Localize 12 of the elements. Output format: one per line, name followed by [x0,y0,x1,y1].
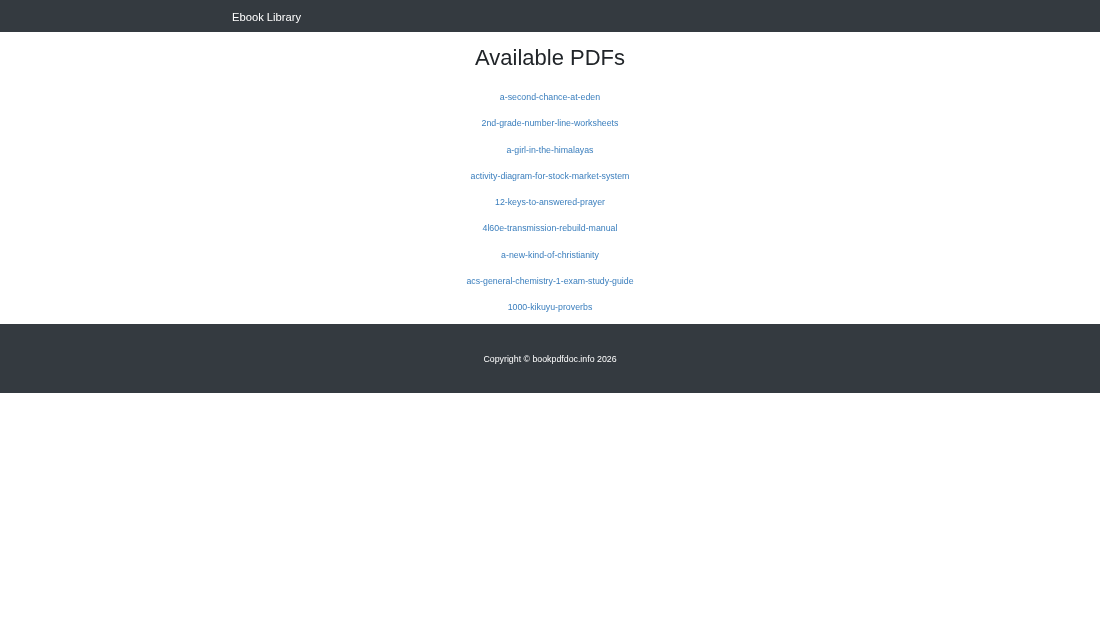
pdf-link[interactable]: activity-diagram-for-stock-market-system [470,168,630,183]
pdf-link[interactable]: 2nd-grade-number-line-worksheets [481,116,619,131]
pdf-link[interactable]: a-girl-in-the-himalayas [506,142,594,157]
page-title: Available PDFs [475,44,625,72]
pdf-link[interactable]: acs-general-chemistry-1-exam-study-guide [466,274,634,289]
pdf-link[interactable]: 1000-kikuyu-proverbs [507,300,593,315]
pdf-link[interactable]: a-second-chance-at-eden [499,90,601,104]
brand-link[interactable]: Ebook Library [232,10,302,25]
pdf-link[interactable]: 4l60e-transmission-rebuild-manual [482,221,618,236]
pdf-link[interactable]: a-new-kind-of-christianity [501,247,599,262]
copyright-text: Copyright © bookpdfdoc.info 2026 [483,353,617,367]
pdf-link[interactable]: 12-keys-to-answered-prayer [495,195,605,210]
